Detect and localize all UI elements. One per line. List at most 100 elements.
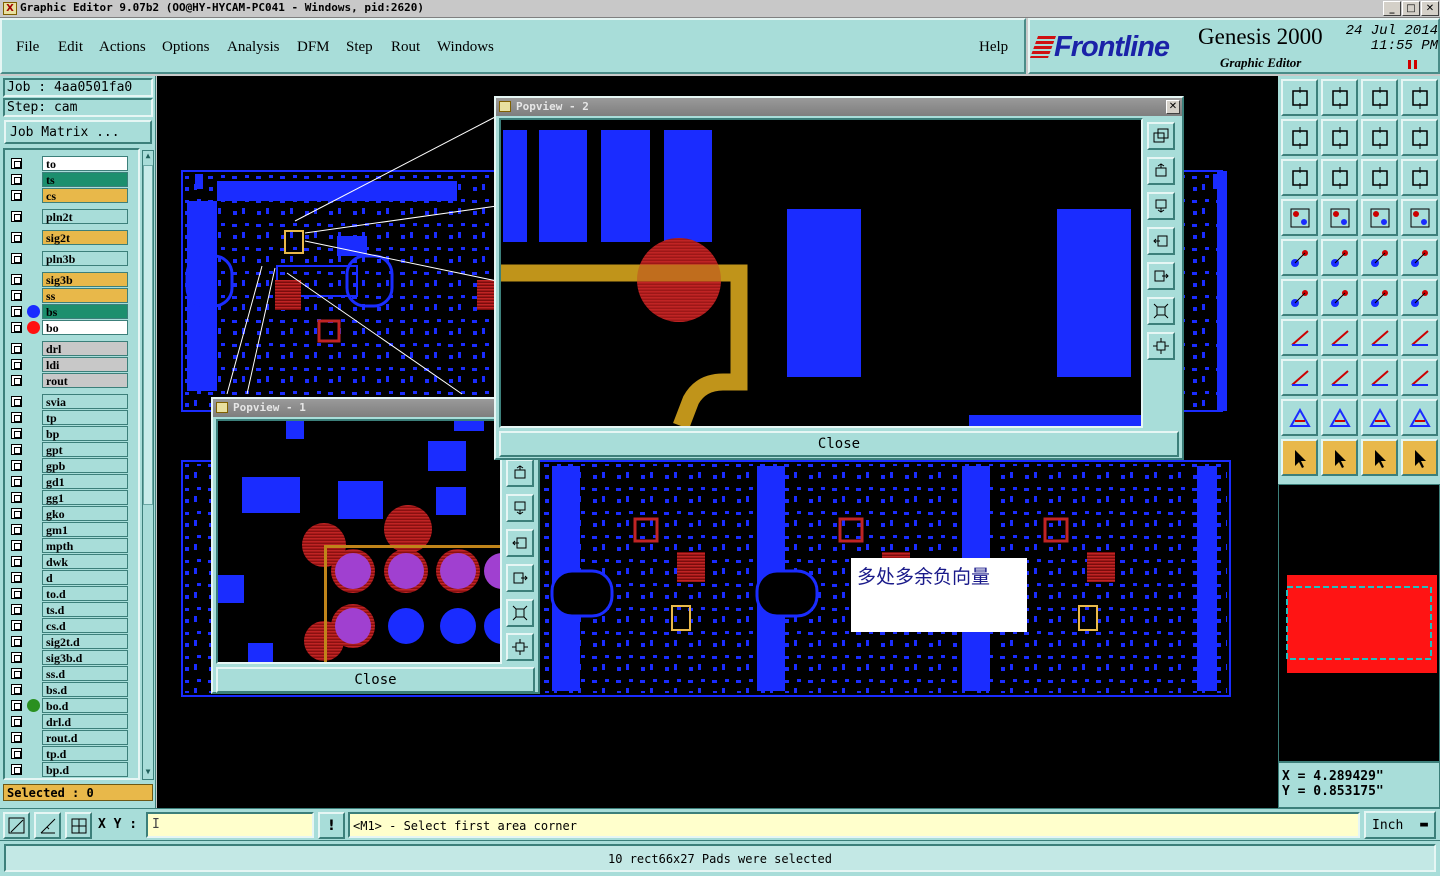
menu-step[interactable]: Step <box>346 39 373 56</box>
layer-name[interactable]: rout <box>42 373 128 388</box>
layer-row[interactable]: d <box>9 570 130 585</box>
layer-name[interactable]: gd1 <box>42 474 128 489</box>
pv2-pan-left-icon[interactable] <box>1147 227 1175 255</box>
snap-icon[interactable] <box>3 812 30 839</box>
menu-windows[interactable]: Windows <box>437 39 494 56</box>
layer-row[interactable]: sig3b <box>9 272 130 287</box>
layer-name[interactable]: ss <box>42 288 128 303</box>
layer-row[interactable]: mpth <box>9 538 130 553</box>
measure-icon[interactable] <box>34 812 61 839</box>
minus-icon[interactable] <box>1321 359 1358 396</box>
pan-left-icon[interactable] <box>1281 119 1318 156</box>
layer-name[interactable]: bp.d <box>42 762 128 777</box>
layer-checkbox[interactable] <box>11 412 22 423</box>
layer-checkbox[interactable] <box>11 508 22 519</box>
popview-2-view[interactable] <box>499 118 1143 428</box>
layer-name[interactable]: to.d <box>42 586 128 601</box>
triangle-a-icon[interactable] <box>1321 399 1358 436</box>
layer-name[interactable]: rout.d <box>42 730 128 745</box>
layer-row[interactable]: sig2t.d <box>9 634 130 649</box>
angle-icon[interactable] <box>1281 319 1318 356</box>
pv2-pan-right-icon[interactable] <box>1147 262 1175 290</box>
layer-row[interactable]: ss.d <box>9 666 130 681</box>
layer-checkbox[interactable] <box>11 359 22 370</box>
layer-row[interactable]: rout <box>9 373 130 388</box>
one-to-two-icon[interactable] <box>1361 159 1398 196</box>
layer-name[interactable]: cs.d <box>42 618 128 633</box>
layer-color-dot[interactable] <box>27 699 40 712</box>
layer-row[interactable]: sig3b.d <box>9 650 130 665</box>
layer-checkbox[interactable] <box>11 684 22 695</box>
layer-row[interactable]: to <box>9 156 130 171</box>
layer-checkbox[interactable] <box>11 158 22 169</box>
layer-name[interactable]: gpt <box>42 442 128 457</box>
layer-checkbox[interactable] <box>11 211 22 222</box>
cross-icon[interactable] <box>1321 279 1358 316</box>
menu-help[interactable]: Help <box>979 39 1008 56</box>
close-window-button[interactable]: ✕ <box>1421 1 1439 16</box>
ruler-icon[interactable] <box>1361 239 1398 276</box>
zoom-home-icon[interactable] <box>1281 79 1318 116</box>
layer-name[interactable]: gm1 <box>42 522 128 537</box>
layer-name[interactable]: cs <box>42 188 128 203</box>
pv1-pan-right-icon[interactable] <box>506 564 534 592</box>
connect-icon[interactable] <box>1361 279 1398 316</box>
layer-name[interactable]: ss.d <box>42 666 128 681</box>
info-icon[interactable]: ! <box>318 812 345 839</box>
popview-1-view[interactable] <box>216 419 502 664</box>
layer-checkbox[interactable] <box>11 290 22 301</box>
layer-row[interactable]: sig2t <box>9 230 130 245</box>
menu-rout[interactable]: Rout <box>391 39 420 56</box>
popview-2-close-button[interactable]: Close <box>499 431 1179 457</box>
layer-row[interactable]: rout.d <box>9 730 130 745</box>
layer-row[interactable]: ts <box>9 172 130 187</box>
pv1-zoom-out-icon[interactable] <box>506 494 534 522</box>
layer-checkbox[interactable] <box>11 524 22 535</box>
fit-all-icon[interactable] <box>1281 159 1318 196</box>
layer-checkbox[interactable] <box>11 274 22 285</box>
pointer-icon[interactable] <box>1281 439 1318 476</box>
layer-name[interactable]: sig3b <box>42 272 128 287</box>
layer-row[interactable]: drl.d <box>9 714 130 729</box>
layer-row[interactable]: bs <box>9 304 130 319</box>
layer-name[interactable]: bo <box>42 320 128 335</box>
layer-name[interactable]: gg1 <box>42 490 128 505</box>
pad-add-icon[interactable] <box>1281 359 1318 396</box>
layer-name[interactable]: ts.d <box>42 602 128 617</box>
layer-checkbox[interactable] <box>11 306 22 317</box>
triangle-icon[interactable] <box>1281 399 1318 436</box>
layer-name[interactable]: bs.d <box>42 682 128 697</box>
layer-name[interactable]: d <box>42 570 128 585</box>
layer-name[interactable]: sig2t <box>42 230 128 245</box>
popview-2-close-icon[interactable]: ✕ <box>1166 100 1180 114</box>
grid-icon[interactable] <box>1321 199 1358 236</box>
zoom-back-icon[interactable] <box>1321 79 1358 116</box>
layer-row[interactable]: bs.d <box>9 682 130 697</box>
layer-checkbox[interactable] <box>11 492 22 503</box>
layer-row[interactable]: bp <box>9 426 130 441</box>
layer-checkbox[interactable] <box>11 190 22 201</box>
layer-row[interactable]: cs.d <box>9 618 130 633</box>
popview-1-close-button[interactable]: Close <box>216 667 535 693</box>
layer-name[interactable]: pln3b <box>42 251 128 266</box>
menu-analysis[interactable]: Analysis <box>227 39 280 56</box>
layer-checkbox[interactable] <box>11 375 22 386</box>
pv1-pan-left-icon[interactable] <box>506 529 534 557</box>
layer-name[interactable]: drl.d <box>42 714 128 729</box>
layer-checkbox[interactable] <box>11 556 22 567</box>
menu-actions[interactable]: Actions <box>99 39 146 56</box>
layer-name[interactable]: svia <box>42 394 128 409</box>
layer-row[interactable]: svia <box>9 394 130 409</box>
split-icon[interactable] <box>1401 319 1438 356</box>
arc-icon[interactable] <box>1361 319 1398 356</box>
menu-options[interactable]: Options <box>162 39 210 56</box>
pv2-zoom-out-icon[interactable] <box>1147 192 1175 220</box>
layer-row[interactable]: to.d <box>9 586 130 601</box>
layer-row[interactable]: gg1 <box>9 490 130 505</box>
route-icon[interactable] <box>1401 439 1438 476</box>
net-icon[interactable] <box>1281 279 1318 316</box>
split-view-icon[interactable] <box>1401 79 1438 116</box>
grid-icon[interactable] <box>65 812 92 839</box>
swap-icon[interactable] <box>1361 119 1398 156</box>
layer-checkbox[interactable] <box>11 476 22 487</box>
